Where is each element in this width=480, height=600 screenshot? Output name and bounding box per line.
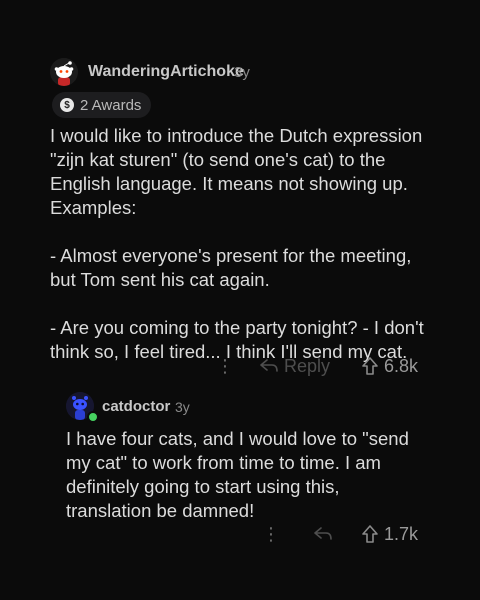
online-status-indicator: [87, 411, 99, 423]
reply-label: Reply: [284, 355, 331, 376]
comment-paragraph: I would like to introduce the Dutch expr…: [50, 125, 423, 218]
upvote-arrow-icon: [362, 525, 378, 543]
user-avatar[interactable]: [50, 58, 78, 86]
reply-button[interactable]: [314, 520, 332, 548]
more-dots-icon[interactable]: ⋮: [262, 520, 280, 548]
reply-paragraph: I have four cats, and I would love to "s…: [66, 428, 409, 521]
reply-username[interactable]: catdoctor: [102, 398, 170, 415]
reply-button[interactable]: Reply: [260, 352, 330, 380]
comment-actions: ⋮ Reply 6.8k: [216, 352, 430, 380]
awards-badge[interactable]: $ 2 Awards: [52, 92, 152, 118]
upvote-arrow-icon: [362, 357, 378, 375]
reply-actions: ⋮ 1.7k: [262, 520, 430, 548]
upvote-button[interactable]: 1.7k: [362, 520, 418, 548]
comment-age: 3y: [234, 64, 250, 81]
reply-arrow-icon: [260, 359, 278, 372]
more-dots-icon[interactable]: ⋮: [216, 352, 234, 380]
vote-score: 6.8k: [384, 355, 419, 376]
upvote-button[interactable]: 6.8k: [362, 352, 418, 380]
comment-username[interactable]: WanderingArtichoke: [88, 63, 244, 81]
snoo-avatar-icon: [50, 58, 78, 86]
comment-body: I would like to introduce the Dutch expr…: [50, 124, 430, 364]
award-icon: $: [60, 98, 74, 112]
comment-thread: WanderingArtichoke 3y $ 2 Awards I would…: [0, 0, 480, 600]
awards-count: 2 Awards: [80, 96, 142, 114]
vote-score: 1.7k: [384, 523, 419, 544]
reply-body: I have four cats, and I would love to "s…: [66, 427, 416, 523]
comment-paragraph: - Almost everyone's present for the meet…: [50, 245, 412, 290]
reply-age: 3y: [175, 399, 190, 415]
reply-arrow-icon: [314, 527, 332, 540]
